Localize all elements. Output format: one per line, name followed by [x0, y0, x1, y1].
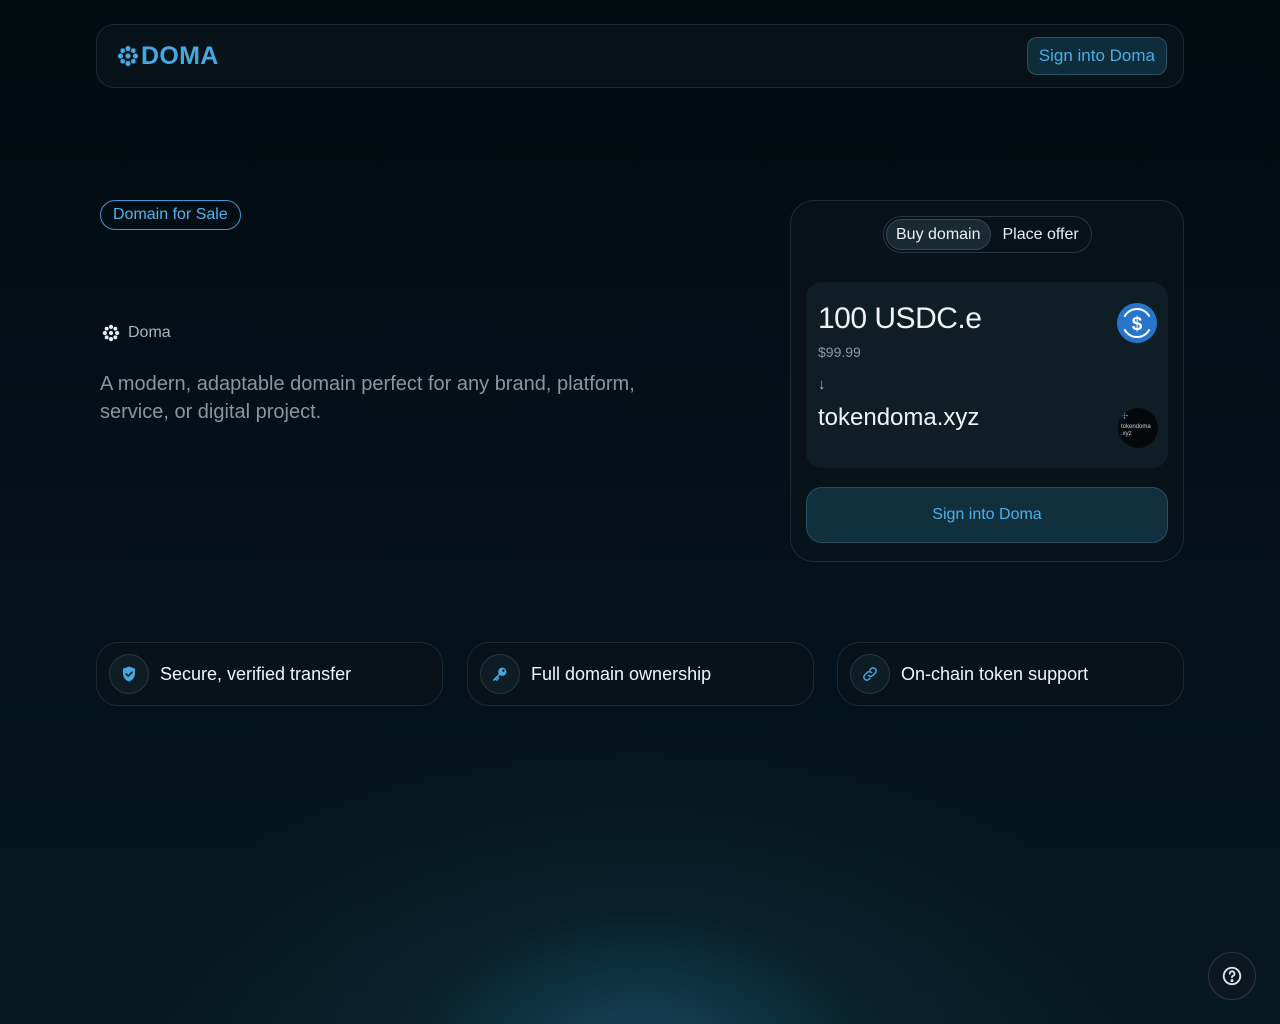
swap-summary: 100 USDC.e $99.99 ↓ tokendoma.xyz $ toke…: [806, 282, 1168, 468]
svg-text:$: $: [1132, 314, 1143, 335]
shield-check-icon: [109, 654, 149, 694]
doma-flower-icon: [102, 324, 120, 342]
link-icon: [850, 654, 890, 694]
usdc-coin-icon: $: [1117, 303, 1157, 343]
doma-flower-icon: [1121, 412, 1128, 419]
brand-row: Doma: [102, 324, 171, 342]
feature-full-ownership: Full domain ownership: [467, 642, 814, 706]
price-amount: 100 USDC.e: [818, 302, 982, 335]
brand-label: Doma: [128, 324, 171, 341]
help-button[interactable]: [1208, 952, 1256, 1000]
purchase-card: Buy domain Place offer 100 USDC.e $99.99…: [790, 200, 1184, 562]
tab-place-offer[interactable]: Place offer: [994, 219, 1088, 250]
card-sign-in-button[interactable]: Sign into Doma: [806, 487, 1168, 543]
feature-onchain-support: On-chain token support: [837, 642, 1184, 706]
domain-description: A modern, adaptable domain perfect for a…: [100, 373, 635, 423]
domain-name: tokendoma.xyz: [818, 404, 980, 431]
feature-label: Full domain ownership: [531, 663, 712, 684]
doma-logo[interactable]: DOMA: [117, 42, 219, 71]
domain-for-sale-badge: Domain for Sale: [100, 200, 241, 230]
tab-buy-domain[interactable]: Buy domain: [886, 219, 991, 250]
price-usd: $99.99: [818, 344, 861, 360]
domain-avatar-text: tokendoma .xyz: [1121, 424, 1151, 437]
doma-flower-icon: [117, 45, 139, 67]
feature-label: Secure, verified transfer: [160, 663, 352, 684]
feature-label: On-chain token support: [901, 663, 1089, 684]
top-header: DOMA Sign into Doma: [96, 24, 1184, 88]
logo-text: DOMA: [141, 41, 219, 70]
help-circle-icon: [1222, 966, 1242, 986]
key-icon: [480, 654, 520, 694]
header-sign-in-button[interactable]: Sign into Doma: [1026, 37, 1167, 75]
purchase-tabs: Buy domain Place offer: [883, 216, 1092, 253]
arrow-down-icon: ↓: [818, 376, 826, 393]
domain-avatar: tokendoma .xyz: [1118, 408, 1158, 448]
feature-secure-transfer: Secure, verified transfer: [96, 642, 443, 706]
